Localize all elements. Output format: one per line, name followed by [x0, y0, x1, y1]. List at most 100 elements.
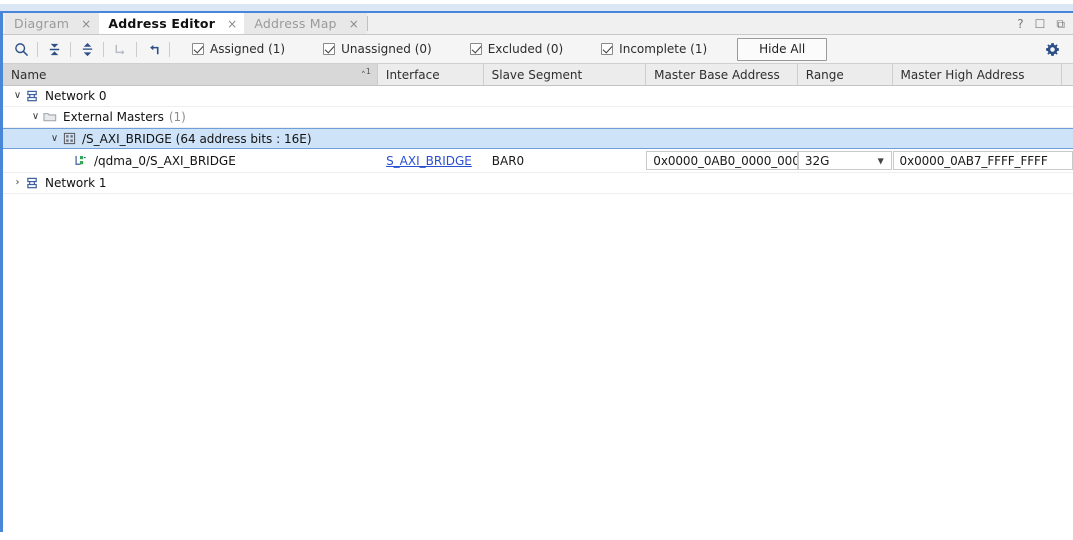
column-header-master-high-address[interactable]: Master High Address [893, 64, 1063, 85]
row-slave-segment-cell[interactable]: BAR0 [484, 149, 647, 172]
tab-address-map-close-icon[interactable]: × [349, 18, 359, 30]
toolbar-separator-5 [169, 42, 170, 57]
filter-incomplete[interactable]: Incomplete (1) [601, 42, 707, 56]
expand-twisty-icon[interactable]: ∨ [11, 91, 24, 101]
float-icon[interactable]: ⧉ [1056, 18, 1065, 30]
top-strip-highlight [0, 0, 1073, 4]
column-header-name[interactable]: Name ˄1 [3, 64, 378, 85]
column-header-master-base-address-label: Master Base Address [654, 68, 780, 82]
column-header-tail [1062, 64, 1073, 85]
tab-address-editor[interactable]: Address Editor × [99, 13, 245, 34]
row-range-cell [800, 173, 895, 193]
row-master-high-address-cell [895, 173, 1065, 193]
tab-diagram-close-icon[interactable]: × [81, 18, 91, 30]
row-master-base-address-cell [648, 86, 800, 106]
tab-address-map-label: Address Map [254, 16, 336, 31]
tab-diagram-label: Diagram [14, 16, 69, 31]
master-base-address-value: 0x0000_0AB0_0000_0000 [653, 154, 798, 168]
row-slave-segment-cell [485, 107, 648, 127]
row-master-high-address-cell [895, 107, 1065, 127]
sort-indicator[interactable]: ˄1 [361, 67, 371, 81]
expand-twisty-icon[interactable]: ∨ [29, 112, 42, 122]
master-base-address-input[interactable]: 0x0000_0AB0_0000_0000 [646, 151, 798, 170]
table-row-selected[interactable]: ∨ /S_AXI_BRIDGE (64 address bits : 16E) [3, 128, 1073, 149]
row-label: /S_AXI_BRIDGE (64 address bits : 16E) [82, 132, 312, 146]
table-row[interactable]: › Network 1 [3, 173, 1073, 194]
column-header-range[interactable]: Range [798, 64, 893, 85]
expand-twisty-icon[interactable]: ∨ [48, 134, 61, 144]
column-header-interface[interactable]: Interface [378, 64, 484, 85]
row-interface-cell[interactable]: S_AXI_BRIDGE [378, 149, 484, 172]
window-top-strip [0, 0, 1073, 11]
row-interface-cell [379, 86, 485, 106]
toolbar-separator-3 [103, 42, 104, 57]
row-master-high-address-cell [895, 129, 1065, 148]
column-header-name-label: Name [11, 68, 46, 82]
interface-link[interactable]: S_AXI_BRIDGE [386, 154, 472, 168]
unassign-icon [108, 38, 132, 60]
column-header-master-base-address[interactable]: Master Base Address [646, 64, 798, 85]
row-name-cell: ∨ External Masters (1) [3, 107, 379, 127]
search-icon[interactable] [9, 38, 33, 60]
master-high-address-value: 0x0000_0AB7_FFFF_FFFF [900, 154, 1048, 168]
row-interface-cell [379, 107, 485, 127]
sort-order-label: 1 [366, 67, 371, 76]
filter-unassigned-label: Unassigned (0) [341, 42, 432, 56]
column-header-range-label: Range [806, 68, 844, 82]
collapse-all-icon[interactable] [42, 38, 66, 60]
row-range-cell[interactable]: 32G ▼ [798, 149, 893, 172]
table-row[interactable]: ∨ External Masters (1) [3, 107, 1073, 128]
toolbar-separator-1 [37, 42, 38, 57]
filter-assigned-checkbox[interactable] [192, 43, 204, 55]
range-value: 32G [805, 154, 830, 168]
row-name-cell: ∨ Network 0 [3, 86, 379, 106]
assign-icon[interactable] [141, 38, 165, 60]
row-master-base-address-cell [648, 173, 800, 193]
network-icon [24, 176, 40, 190]
row-interface-cell [379, 173, 485, 193]
tab-bar: Diagram × Address Editor × Address Map ×… [3, 13, 1073, 35]
toolbar-right-group [1040, 35, 1064, 63]
collapse-twisty-icon[interactable]: › [11, 178, 24, 188]
column-header-slave-segment[interactable]: Slave Segment [484, 64, 647, 85]
column-header-master-high-address-label: Master High Address [901, 68, 1025, 82]
filter-unassigned-checkbox[interactable] [323, 43, 335, 55]
filter-assigned[interactable]: Assigned (1) [192, 42, 285, 56]
filter-unassigned[interactable]: Unassigned (0) [323, 42, 432, 56]
column-header-interface-label: Interface [386, 68, 440, 82]
tab-address-map[interactable]: Address Map × [245, 13, 367, 34]
filter-excluded-checkbox[interactable] [470, 43, 482, 55]
tab-address-editor-close-icon[interactable]: × [227, 18, 237, 30]
row-master-base-address-cell[interactable]: 0x0000_0AB0_0000_0000 [646, 149, 798, 172]
row-slave-segment-cell [485, 173, 648, 193]
table-empty-area [3, 194, 1073, 504]
filter-excluded[interactable]: Excluded (0) [470, 42, 563, 56]
column-header-slave-segment-label: Slave Segment [492, 68, 583, 82]
row-range-cell [800, 86, 895, 106]
row-master-base-address-cell [648, 129, 800, 148]
row-range-cell [800, 107, 895, 127]
hide-all-button[interactable]: Hide All [737, 38, 827, 61]
gear-icon[interactable] [1040, 38, 1064, 60]
row-label: External Masters [63, 110, 164, 124]
row-slave-segment-cell [485, 129, 648, 148]
help-icon[interactable]: ? [1017, 18, 1023, 30]
tab-bar-controls: ? ☐ ⧉ [1017, 13, 1073, 34]
master-grid-icon [61, 132, 77, 146]
table-row[interactable]: ∨ Network 0 [3, 86, 1073, 107]
row-name-cell: ∨ /S_AXI_BRIDGE (64 address bits : 16E) [3, 129, 379, 148]
table-row[interactable]: /qdma_0/S_AXI_BRIDGE S_AXI_BRIDGE BAR0 0… [3, 149, 1073, 173]
toolbar-separator-2 [70, 42, 71, 57]
filter-incomplete-label: Incomplete (1) [619, 42, 707, 56]
maximize-icon[interactable]: ☐ [1035, 18, 1046, 30]
expand-all-icon[interactable] [75, 38, 99, 60]
filter-incomplete-checkbox[interactable] [601, 43, 613, 55]
row-range-cell [800, 129, 895, 148]
folder-icon [42, 110, 58, 124]
row-label: Network 1 [45, 176, 107, 190]
range-dropdown[interactable]: 32G ▼ [798, 151, 892, 170]
chevron-down-icon[interactable]: ▼ [878, 156, 884, 165]
row-name-cell: › Network 1 [3, 173, 379, 193]
tab-diagram[interactable]: Diagram × [5, 13, 99, 34]
tab-bar-spacer [368, 13, 1017, 34]
